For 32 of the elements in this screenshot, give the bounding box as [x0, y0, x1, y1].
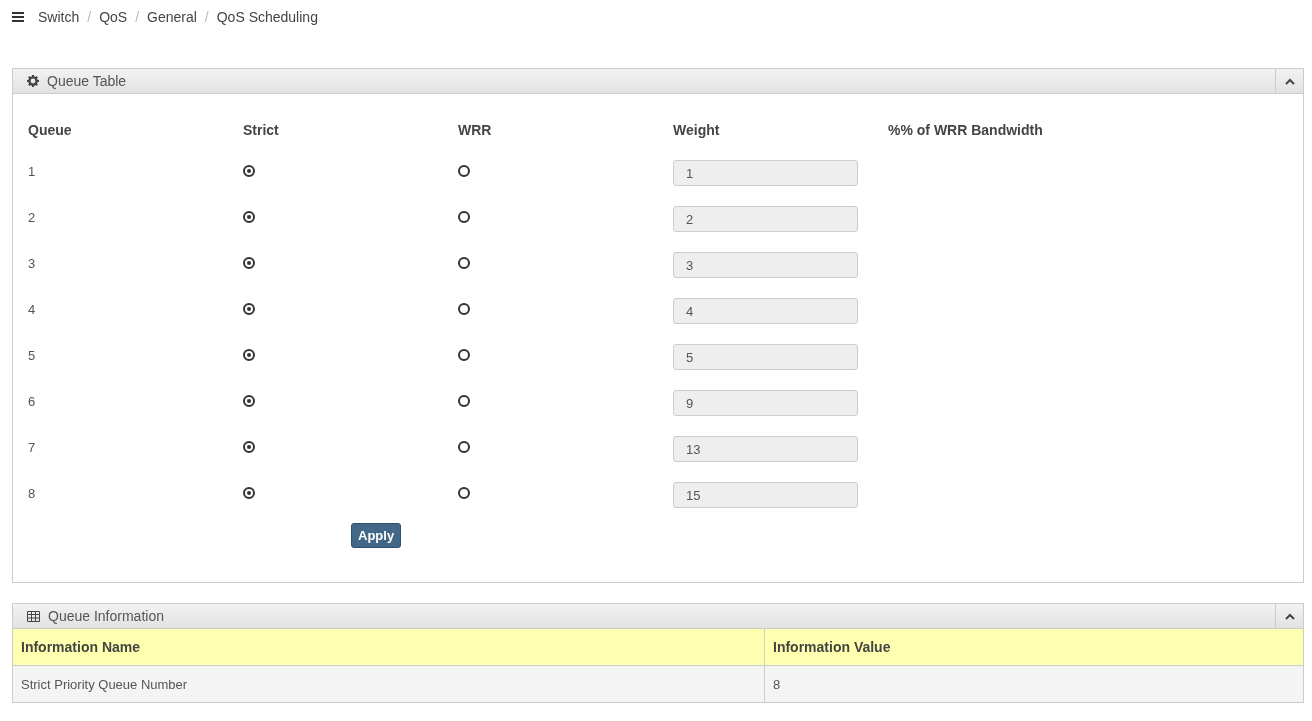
queue-number: 5 [28, 348, 36, 363]
queue-number: 1 [28, 164, 36, 179]
apply-button[interactable]: Apply [351, 523, 402, 548]
breadcrumb-separator: / [87, 9, 92, 25]
panel-title: Queue Table [47, 73, 128, 89]
column-header: Queue [28, 122, 73, 140]
column-header: WRR [458, 122, 493, 140]
breadcrumb-item[interactable]: QoS [99, 9, 128, 25]
breadcrumb-item[interactable]: Switch [38, 9, 80, 25]
menu-icon[interactable] [12, 12, 24, 22]
chevron-up-icon [1284, 612, 1295, 620]
breadcrumb-separator: / [204, 9, 209, 25]
panel-title: Queue Information [48, 608, 165, 624]
column-header: Information Value [764, 629, 1303, 666]
column-header: Weight [673, 122, 721, 140]
queue-number: 4 [28, 302, 36, 317]
gear-icon [27, 75, 39, 87]
column-header: Information Name [13, 629, 764, 666]
queue-number: 6 [28, 394, 36, 409]
table-cell: 8 [764, 666, 1303, 702]
chevron-up-icon [1284, 77, 1295, 85]
queue-number: 2 [28, 210, 36, 225]
breadcrumb-separator: / [135, 9, 140, 25]
column-header: Strict [243, 122, 280, 140]
table-icon [27, 610, 40, 622]
queue-number: 3 [28, 256, 36, 271]
queue-number: 7 [28, 440, 36, 455]
column-header: %% of WRR Bandwidth [888, 122, 1044, 140]
table-cell: Strict Priority Queue Number [13, 666, 764, 702]
queue-number: 8 [28, 486, 36, 501]
breadcrumb-item[interactable]: General [147, 9, 197, 25]
breadcrumb-item[interactable]: QoS Scheduling [216, 9, 318, 25]
